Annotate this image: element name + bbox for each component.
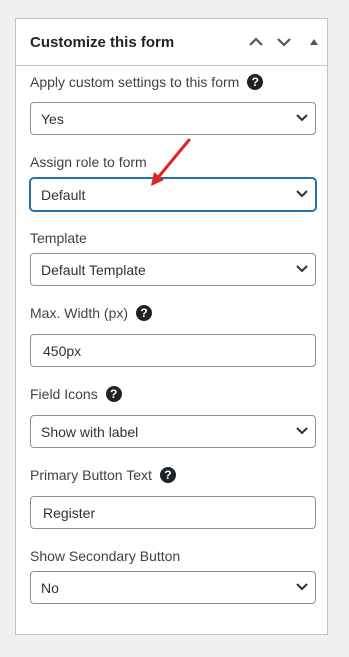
help-icon[interactable]: ? <box>136 305 153 321</box>
chevron-down-icon <box>296 190 308 198</box>
field-icons-select[interactable]: Show with label <box>30 415 316 448</box>
primary-button-text-label: Primary Button Text ? <box>30 467 176 483</box>
primary-button-text-input[interactable]: Register <box>30 496 316 529</box>
template-label: Template <box>30 230 87 246</box>
toggle-panel-button[interactable] <box>303 31 325 53</box>
move-up-button[interactable] <box>245 31 267 53</box>
max-width-input[interactable]: 450px <box>30 334 316 367</box>
panel-title: Customize this form <box>30 34 175 51</box>
show-secondary-button-select[interactable]: No <box>30 571 316 604</box>
assign-role-label: Assign role to form <box>30 154 147 170</box>
help-icon[interactable]: ? <box>247 74 264 90</box>
customize-form-panel: Customize this form Apply custom setting… <box>15 18 328 635</box>
chevron-up-icon <box>249 37 263 46</box>
chevron-down-icon <box>296 265 308 273</box>
chevron-down-icon <box>296 114 308 122</box>
field-icons-label: Field Icons ? <box>30 386 122 402</box>
max-width-label: Max. Width (px) ? <box>30 305 153 321</box>
assign-role-select[interactable]: Default <box>30 178 316 211</box>
apply-custom-settings-label: Apply custom settings to this form ? <box>30 74 264 90</box>
chevron-down-icon <box>296 583 308 591</box>
move-down-button[interactable] <box>273 31 295 53</box>
apply-custom-settings-select[interactable]: Yes <box>30 102 316 135</box>
panel-header: Customize this form <box>16 19 327 66</box>
chevron-down-icon <box>296 427 308 435</box>
triangle-up-icon <box>310 39 318 45</box>
show-secondary-button-label: Show Secondary Button <box>30 548 181 564</box>
template-select[interactable]: Default Template <box>30 253 316 286</box>
help-icon[interactable]: ? <box>159 467 176 483</box>
help-icon[interactable]: ? <box>105 386 122 402</box>
chevron-down-icon <box>277 38 291 47</box>
